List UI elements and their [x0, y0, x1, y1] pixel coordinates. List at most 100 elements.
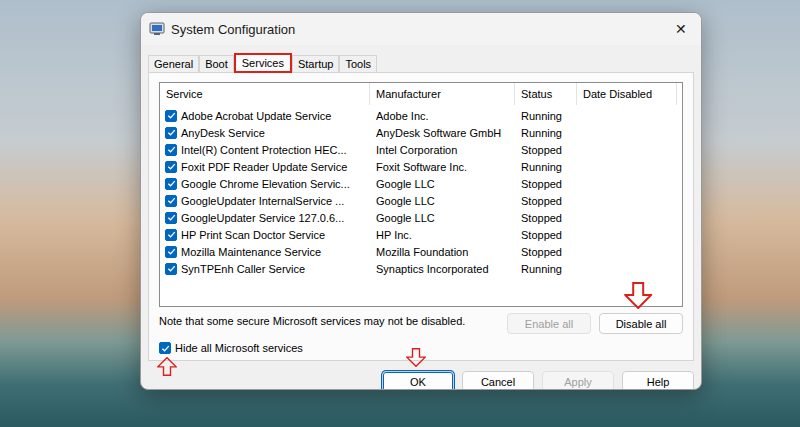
service-row[interactable]: GoogleUpdater Service 127.0.6... Google L… — [160, 209, 682, 226]
note-text: Note that some secure Microsoft services… — [159, 313, 465, 327]
service-name: SynTPEnh Caller Service — [181, 263, 305, 275]
service-row[interactable]: AnyDesk Service AnyDesk Software GmbHRunn… — [160, 124, 682, 141]
service-row[interactable]: HP Print Scan Doctor ServiceHP Inc.Stopp… — [160, 226, 682, 243]
checkmark-icon — [167, 128, 176, 137]
annotation-marker — [157, 357, 177, 376]
checkbox[interactable] — [165, 127, 177, 139]
checkbox[interactable] — [165, 178, 177, 190]
service-row[interactable]: Foxit PDF Reader Update ServiceFoxit Sof… — [160, 158, 682, 175]
checkmark-icon — [167, 247, 176, 256]
service-cell: Foxit PDF Reader Update Service — [160, 161, 370, 173]
service-name: AnyDesk Service — [181, 127, 265, 139]
checkmark-icon — [161, 344, 170, 353]
manufacturer-cell: Mozilla Foundation — [370, 246, 515, 258]
checkbox[interactable] — [165, 144, 177, 156]
checkbox[interactable] — [165, 212, 177, 224]
status-cell: Running — [515, 263, 577, 275]
button-wrapper: OK — [382, 371, 454, 390]
status-cell: Stopped — [515, 229, 577, 241]
manufacturer-cell: AnyDesk Software GmbH — [370, 127, 515, 139]
column-header[interactable]: Service — [160, 83, 370, 105]
disable-all-button[interactable]: Disable all — [599, 313, 683, 334]
service-name: GoogleUpdater Service 127.0.6... — [181, 212, 344, 224]
checkbox[interactable] — [165, 110, 177, 122]
manufacturer-cell: Google LLC — [370, 212, 515, 224]
annotation-marker — [624, 282, 652, 309]
tab[interactable]: Tools — [339, 55, 377, 73]
status-cell: Stopped — [515, 246, 577, 258]
checkbox[interactable] — [165, 195, 177, 207]
tab[interactable]: Startup — [292, 55, 339, 73]
title-bar: System Configuration✕ — [141, 13, 701, 45]
service-row[interactable]: SynTPEnh Caller ServiceSynaptics Incorpo… — [160, 260, 682, 277]
service-cell: SynTPEnh Caller Service — [160, 263, 370, 275]
column-header[interactable]: Date Disabled — [577, 83, 677, 105]
service-row[interactable]: Adobe Acrobat Update Service Adobe Inc.Ru… — [160, 107, 682, 124]
column-header[interactable]: Status — [515, 83, 577, 105]
status-cell: Stopped — [515, 144, 577, 156]
column-header[interactable]: Manufacturer — [370, 83, 515, 105]
status-cell: Stopped — [515, 178, 577, 190]
service-cell: HP Print Scan Doctor Service — [160, 229, 370, 241]
hide-microsoft-services[interactable]: Hide all Microsoft services — [159, 340, 303, 354]
service-name: Foxit PDF Reader Update Service — [181, 161, 347, 173]
window-body: GeneralBootServicesStartupTools ServiceMa… — [141, 45, 701, 390]
service-name: Adobe Acrobat Update Service — [181, 110, 331, 122]
close-button[interactable]: ✕ — [661, 13, 701, 45]
dialog-button[interactable]: OK — [382, 371, 454, 390]
manufacturer-cell: Intel Corporation — [370, 144, 515, 156]
tab[interactable]: Boot — [199, 55, 234, 73]
checkmark-icon — [167, 145, 176, 154]
system-configuration-window: System Configuration✕GeneralBootServices… — [140, 12, 702, 390]
service-row[interactable]: GoogleUpdater InternalService ... Google … — [160, 192, 682, 209]
button-wrapper: Cancel — [462, 371, 534, 390]
checkbox[interactable] — [165, 263, 177, 275]
status-cell: Stopped — [515, 212, 577, 224]
checkbox[interactable] — [165, 246, 177, 258]
manufacturer-cell: Google LLC — [370, 195, 515, 207]
service-name: Google Chrome Elevation Servic... — [181, 178, 350, 190]
checkbox[interactable] — [159, 342, 171, 354]
checkbox-label: Hide all Microsoft services — [175, 342, 303, 354]
manufacturer-cell: Adobe Inc. — [370, 110, 515, 122]
service-name: Intel(R) Content Protection HEC... — [181, 144, 347, 156]
services-list: ServiceManufacturerStatusDate Disabled Ad… — [159, 82, 683, 307]
checkmark-icon — [167, 264, 176, 273]
status-cell: Stopped — [515, 195, 577, 207]
tab[interactable]: Services — [234, 53, 292, 73]
service-name: GoogleUpdater InternalService ... — [181, 195, 344, 207]
service-row[interactable]: Intel(R) Content Protection HEC... Intel … — [160, 141, 682, 158]
service-row[interactable]: Mozilla Maintenance Service Mozilla Found… — [160, 243, 682, 260]
checkmark-icon — [167, 230, 176, 239]
services-panel: ServiceManufacturerStatusDate Disabled Ad… — [148, 72, 694, 361]
dialog-buttons: OK Cancel Apply Help — [148, 371, 694, 390]
dialog-button[interactable]: Cancel — [462, 371, 534, 390]
checkmark-icon — [167, 213, 176, 222]
dialog-button[interactable]: Apply — [542, 371, 614, 390]
list-button-group: Enable all Disable all — [507, 313, 683, 334]
status-cell: Running — [515, 127, 577, 139]
action-row: Note that some secure Microsoft services… — [159, 313, 683, 334]
checkbox[interactable] — [165, 229, 177, 241]
list-header: ServiceManufacturerStatusDate Disabled — [160, 83, 682, 105]
tab[interactable]: General — [148, 55, 199, 73]
service-cell: Google Chrome Elevation Servic... — [160, 178, 370, 190]
checkmark-icon — [167, 162, 176, 171]
dialog-button[interactable]: Help — [622, 371, 694, 390]
service-name: Mozilla Maintenance Service — [181, 246, 321, 258]
enable-all-button[interactable]: Enable all — [507, 313, 591, 334]
status-cell: Running — [515, 110, 577, 122]
red-up-arrow-icon — [157, 357, 177, 376]
button-wrapper: Disable all — [599, 313, 683, 334]
checkbox[interactable] — [165, 161, 177, 173]
service-cell: Adobe Acrobat Update Service — [160, 110, 370, 122]
service-cell: Intel(R) Content Protection HEC... — [160, 144, 370, 156]
button-wrapper: Enable all — [507, 313, 591, 334]
button-wrapper: Apply — [542, 371, 614, 390]
annotation-marker — [406, 348, 426, 367]
checkmark-icon — [167, 179, 176, 188]
checkmark-icon — [167, 111, 176, 120]
service-row[interactable]: Google Chrome Elevation Servic...Google … — [160, 175, 682, 192]
status-cell: Running — [515, 161, 577, 173]
service-cell: AnyDesk Service — [160, 127, 370, 139]
